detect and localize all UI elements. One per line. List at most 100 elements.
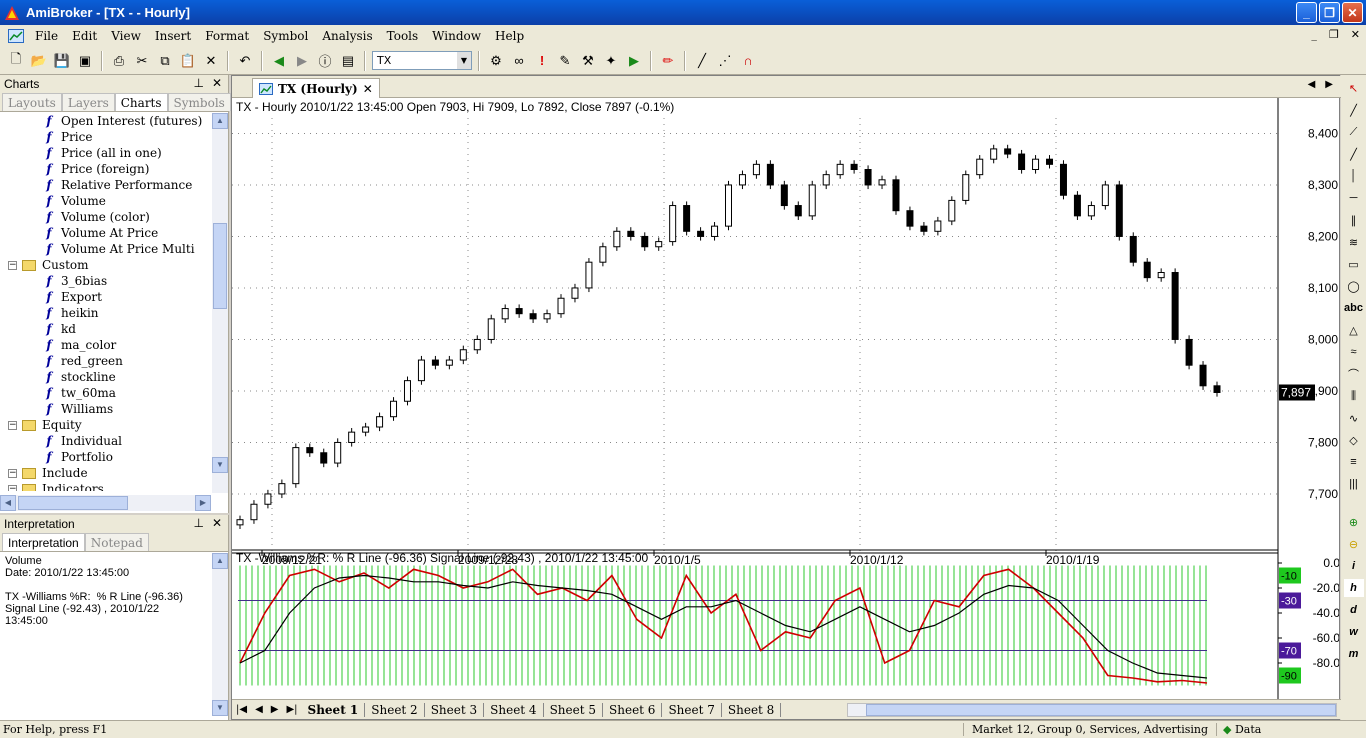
tree-item[interactable]: f 3_6bias (0, 273, 211, 289)
tree-item[interactable]: f Individual (0, 433, 211, 449)
tab-symbols[interactable]: Symbols (167, 93, 231, 111)
sheet-tab-1[interactable]: Sheet 1 (302, 702, 366, 717)
delete-icon[interactable]: ✕ (201, 51, 221, 71)
text-tool-icon[interactable]: abc (1344, 299, 1364, 317)
mdi-close-button[interactable]: ✕ (1351, 28, 1360, 41)
tree-item[interactable]: f ma_color (0, 337, 211, 353)
tree-item[interactable]: f Williams (0, 401, 211, 417)
tree-item[interactable]: f kd (0, 321, 211, 337)
extended-line-icon[interactable]: ╱ (1344, 145, 1364, 163)
magnet-icon[interactable]: ∩ (738, 51, 758, 71)
close-button[interactable]: ✕ (1342, 2, 1363, 23)
tab-layers[interactable]: Layers (61, 93, 115, 111)
tab-notepad[interactable]: Notepad (84, 533, 149, 551)
dotted-line-icon[interactable]: ⋰ (715, 51, 735, 71)
settings-gear-icon[interactable]: ⚙ (486, 51, 506, 71)
menu-analysis[interactable]: Analysis (315, 29, 379, 43)
scan-icon[interactable]: ✎ (555, 51, 575, 71)
mdi-minimize-button[interactable]: _ (1311, 28, 1317, 41)
tree-item[interactable]: f tw_60ma (0, 385, 211, 401)
back-icon[interactable]: ◀ (269, 51, 289, 71)
panel-close-icon[interactable]: ✕ (212, 516, 222, 530)
fibonacci-icon[interactable]: ≈ (1344, 343, 1364, 361)
tree-item[interactable]: f Price (0, 129, 211, 145)
menu-help[interactable]: Help (488, 29, 531, 43)
menu-file[interactable]: File (28, 29, 65, 43)
tree-item[interactable]: f Open Interest (futures) (0, 113, 211, 129)
chart-svg[interactable]: 7,7007,8007,9008,0008,1008,2008,3008,400… (232, 98, 1339, 700)
expander-icon[interactable]: − (8, 260, 17, 270)
sheet-prev-icon[interactable]: ◀ (251, 704, 267, 715)
interval-weekly-icon[interactable]: w (1344, 623, 1364, 641)
chart-window-icon[interactable] (8, 29, 24, 43)
arc-icon[interactable]: ⌒ (1344, 365, 1364, 383)
select-arrow-icon[interactable]: ↖ (1344, 79, 1364, 97)
tree-item[interactable]: f red_green (0, 353, 211, 369)
interp-scrollbar[interactable]: ▲ ▼ (212, 553, 228, 716)
interval-i-icon[interactable]: i (1344, 557, 1364, 575)
copy-icon[interactable]: ⧉ (155, 51, 175, 71)
pin-icon[interactable]: ⊥ (193, 516, 203, 530)
channel-icon[interactable]: ≋ (1344, 233, 1364, 251)
menu-edit[interactable]: Edit (65, 29, 104, 43)
interval-hourly-icon[interactable]: h (1343, 579, 1364, 597)
tab-interpretation[interactable]: Interpretation (2, 533, 85, 551)
menu-format[interactable]: Format (198, 29, 256, 43)
zoom-in-icon[interactable]: ⊕ (1344, 513, 1364, 531)
sheet-tab-3[interactable]: Sheet 3 (425, 702, 485, 717)
color-pen-icon[interactable]: ✏ (658, 51, 678, 71)
horizontal-line-icon[interactable]: ─ (1344, 189, 1364, 207)
interval-daily-icon[interactable]: d (1344, 601, 1364, 619)
play-icon[interactable]: ▶ (624, 51, 644, 71)
tree-item[interactable]: f Volume (color) (0, 209, 211, 225)
binoculars-icon[interactable]: ∞ (509, 51, 529, 71)
sheet-next-icon[interactable]: ▶ (267, 704, 283, 715)
save-icon[interactable]: 💾 (52, 51, 72, 71)
parallel-lines-icon[interactable]: ∥ (1344, 211, 1364, 229)
tree-item[interactable]: f Price (foreign) (0, 161, 211, 177)
undo-icon[interactable]: ↶ (235, 51, 255, 71)
tab-close-icon[interactable]: ✕ (363, 82, 373, 96)
zoom-out-icon[interactable]: ⊖ (1344, 535, 1364, 553)
levels-icon[interactable]: ≡ (1344, 453, 1364, 471)
triangle-icon[interactable]: △ (1344, 321, 1364, 339)
expander-icon[interactable]: − (8, 468, 17, 478)
tab-next-icon[interactable]: ▶ (1325, 79, 1333, 90)
chart-scroll-thumb[interactable] (866, 703, 1336, 716)
fib-timezones-icon[interactable]: ⫼ (1344, 387, 1364, 405)
pin-icon[interactable]: ⊥ (193, 76, 203, 90)
tree-item[interactable]: − Include (0, 465, 211, 481)
expander-icon[interactable]: − (8, 420, 17, 430)
symbol-combo[interactable]: TX ▼ (372, 51, 472, 70)
ray-icon[interactable]: ⟋ (1344, 123, 1364, 141)
menu-symbol[interactable]: Symbol (256, 29, 315, 43)
cut-icon[interactable]: ✂ (132, 51, 152, 71)
minimize-button[interactable]: _ (1296, 2, 1317, 23)
tree-item[interactable]: f Volume At Price Multi (0, 241, 211, 257)
scroll-down-icon[interactable]: ▼ (212, 700, 228, 716)
sheet-tab-5[interactable]: Sheet 5 (544, 702, 604, 717)
tree-item[interactable]: f stockline (0, 369, 211, 385)
tree-item[interactable]: f Volume (0, 193, 211, 209)
tree-item[interactable]: − Indicators (0, 481, 211, 491)
print-icon[interactable]: ⎙ (109, 51, 129, 71)
menu-tools[interactable]: Tools (380, 29, 426, 43)
open-icon[interactable]: 📂 (29, 51, 49, 71)
tree-item[interactable]: f Portfolio (0, 449, 211, 465)
sheet-tab-2[interactable]: Sheet 2 (365, 702, 425, 717)
panel-close-icon[interactable]: ✕ (212, 76, 222, 90)
scroll-down-icon[interactable]: ▼ (212, 457, 228, 473)
save-all-icon[interactable]: ▣ (75, 51, 95, 71)
quote-editor-icon[interactable]: ▤ (338, 51, 358, 71)
vertical-line-icon[interactable]: │ (1344, 167, 1364, 185)
chevron-down-icon[interactable]: ▼ (457, 52, 471, 69)
sheet-tab-7[interactable]: Sheet 7 (662, 702, 722, 717)
bars-icon[interactable]: ||| (1344, 475, 1364, 493)
sheet-tab-8[interactable]: Sheet 8 (722, 702, 782, 717)
tab-prev-icon[interactable]: ◀ (1308, 79, 1316, 90)
menu-window[interactable]: Window (425, 29, 488, 43)
sheet-tab-6[interactable]: Sheet 6 (603, 702, 663, 717)
sheet-last-icon[interactable]: ▶| (282, 704, 301, 715)
tree-item[interactable]: f heikin (0, 305, 211, 321)
chart-tab[interactable]: TX (Hourly) ✕ (252, 78, 380, 98)
